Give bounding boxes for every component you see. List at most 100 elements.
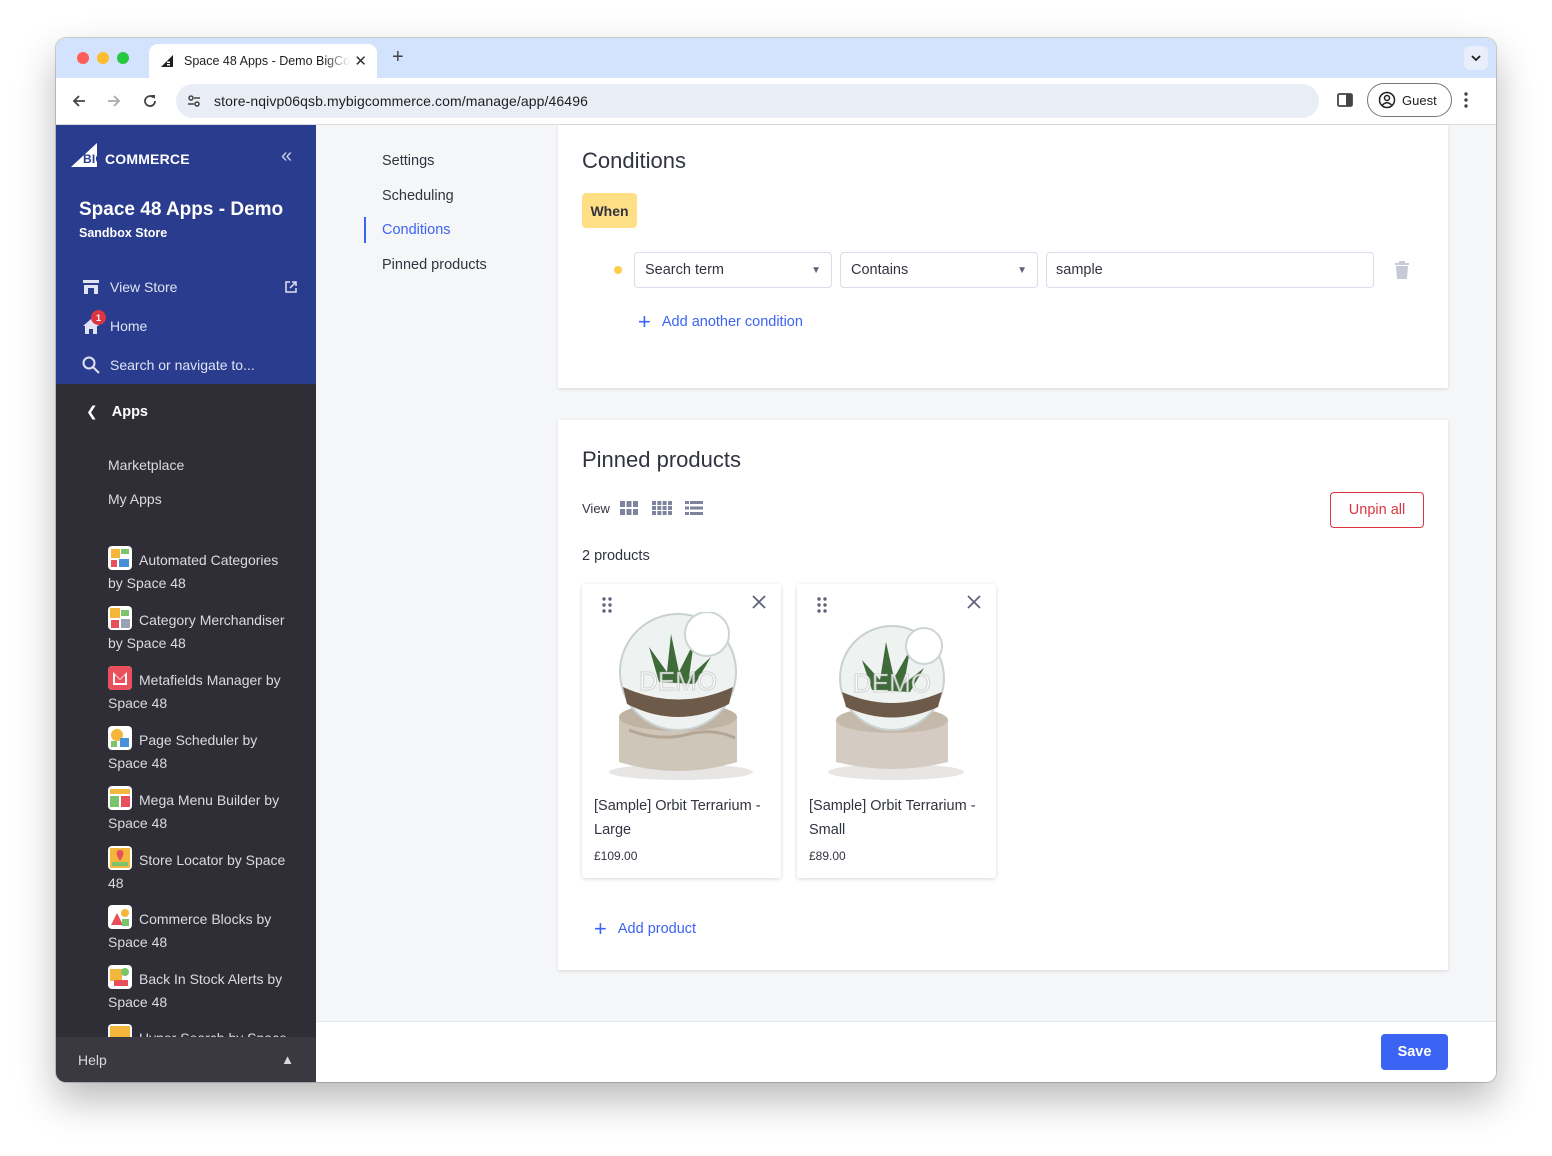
sidebar-app-category-merchandiser[interactable]: Category Merchandiser by Space 48 [108,606,298,655]
condition-field-select[interactable]: Search term ▼ [634,252,832,288]
plus-icon: + [594,916,607,941]
app-icon [108,965,132,989]
notification-badge: 1 [91,310,106,325]
profile-label: Guest [1402,92,1437,108]
chevron-left-icon: ❮ [86,403,98,419]
arrow-left-icon [72,95,85,107]
sidebar-app-commerce-blocks[interactable]: Commerce Blocks by Space 48 [108,905,298,954]
subnav-pinned-products[interactable]: Pinned products [382,257,532,273]
close-window-button[interactable] [77,52,89,64]
browser-window: Space 48 Apps - Demo BigCommerce ✕ + [56,38,1496,1082]
tab-search-button[interactable] [1464,46,1488,70]
browser-toolbar: store-nqivp06qsb.mybigcommerce.com/manag… [56,78,1496,125]
view-store-link[interactable]: View Store [81,277,177,297]
add-condition-button[interactable]: + Add another condition [638,311,803,333]
app-icon [108,666,132,690]
trash-icon[interactable] [1395,261,1409,279]
app-area: BIGCOMMERCE « Space 48 Apps - Demo Sandb… [56,125,1496,1082]
collapse-sidebar-icon[interactable]: « [281,145,292,168]
sidebar-app-metafields-manager[interactable]: Metafields Manager by Space 48 [108,666,298,715]
maximize-window-button[interactable] [117,52,129,64]
close-tab-icon[interactable]: ✕ [354,54,367,69]
help-toggle[interactable]: Help ▲ [56,1037,316,1082]
save-button[interactable]: Save [1381,1034,1448,1070]
sidebar-item-my-apps[interactable]: My Apps [108,491,162,507]
plus-icon: + [638,309,651,334]
grid-small-view-icon[interactable] [652,501,672,515]
condition-operator-select[interactable]: Contains ▼ [840,252,1038,288]
chevron-down-icon [1471,55,1481,62]
store-type: Sandbox Store [79,226,168,240]
app-icon [108,905,132,929]
condition-value-input[interactable] [1046,252,1374,288]
reload-button[interactable] [139,90,161,112]
unpin-all-button[interactable]: Unpin all [1330,492,1424,528]
sidebar-header: BIGCOMMERCE « Space 48 Apps - Demo Sandb… [56,125,316,384]
drag-handle-icon[interactable] [817,597,827,613]
app-icon [108,546,132,570]
grid-large-view-icon[interactable] [620,501,638,515]
condition-operator-value: Contains [851,262,909,278]
view-store-label: View Store [110,279,178,295]
subnav-conditions[interactable]: Conditions [382,222,532,238]
profile-button[interactable]: Guest [1367,83,1452,117]
sidebar-app-back-in-stock-alerts[interactable]: Back In Stock Alerts by Space 48 [108,965,298,1014]
list-view-icon[interactable] [685,501,703,515]
sidebar-app-mega-menu-builder[interactable]: Mega Menu Builder by Space 48 [108,786,298,835]
view-label: View [582,501,610,516]
side-panel-icon[interactable] [1336,91,1354,109]
back-button[interactable] [68,90,90,112]
product-image: DEMO [609,612,753,780]
sidebar-app-automated-categories[interactable]: Automated Categories by Space 48 [108,546,298,595]
product-price: £109.00 [594,849,638,863]
site-settings-icon[interactable] [186,93,202,109]
action-footer: Save [316,1021,1496,1082]
active-indicator [364,217,366,243]
apps-back-link[interactable]: ❮ Apps [86,403,148,420]
address-bar[interactable]: store-nqivp06qsb.mybigcommerce.com/manag… [176,84,1319,118]
close-icon[interactable] [752,595,766,609]
arrow-right-icon [108,95,121,107]
search-icon [81,355,101,375]
drag-handle-icon[interactable] [602,597,612,613]
help-label: Help [78,1051,107,1068]
search-navigate[interactable]: Search or navigate to... [81,355,255,375]
sidebar-app-page-scheduler[interactable]: Page Scheduler by Space 48 [108,726,298,775]
bigcommerce-logo[interactable]: BIGCOMMERCE [71,141,190,167]
app-icon [108,726,132,750]
product-card[interactable]: DEMO [Sample] Orbit Terrarium - Large £1… [582,584,781,878]
product-name: [Sample] Orbit Terrarium - Small [809,798,976,838]
product-card[interactable]: DEMO [Sample] Orbit Terrarium - Small £8… [797,584,996,878]
demo-watermark: DEMO [853,668,931,698]
condition-bullet [614,266,622,274]
forward-button[interactable] [103,90,125,112]
minimize-window-button[interactable] [97,52,109,64]
apps-section-title: Apps [111,403,148,420]
subnav-scheduling[interactable]: Scheduling [382,188,532,204]
pinned-products-title: Pinned products [582,447,741,472]
add-product-button[interactable]: + Add product [594,918,696,940]
tab-title: Space 48 Apps - Demo BigCommerce [184,54,350,68]
product-name: [Sample] Orbit Terrarium - Large [594,798,761,838]
browser-tab[interactable]: Space 48 Apps - Demo BigCommerce ✕ [149,44,377,78]
sidebar-app-store-locator[interactable]: Store Locator by Space 48 [108,846,298,895]
caret-down-icon: ▼ [1017,264,1027,276]
when-chip: When [582,193,637,228]
url-text: store-nqivp06qsb.mybigcommerce.com/manag… [214,93,588,109]
close-icon[interactable] [967,595,981,609]
app-icon [108,606,132,630]
caret-down-icon: ▼ [811,264,821,276]
new-tab-button[interactable]: + [392,46,404,69]
sidebar-item-marketplace[interactable]: Marketplace [108,457,184,473]
subnav-settings[interactable]: Settings [382,153,532,169]
condition-field-value: Search term [645,262,724,278]
product-price: £89.00 [809,849,846,863]
sidebar: BIGCOMMERCE « Space 48 Apps - Demo Sandb… [56,125,316,1082]
store-name: Space 48 Apps - Demo [79,199,284,220]
profile-icon [1378,91,1396,109]
logo-text: BIGCOMMERCE [83,151,190,167]
external-link-icon[interactable] [284,280,298,294]
storefront-icon [81,277,101,297]
demo-watermark: DEMO [639,666,717,696]
more-menu-icon[interactable] [1464,91,1468,109]
